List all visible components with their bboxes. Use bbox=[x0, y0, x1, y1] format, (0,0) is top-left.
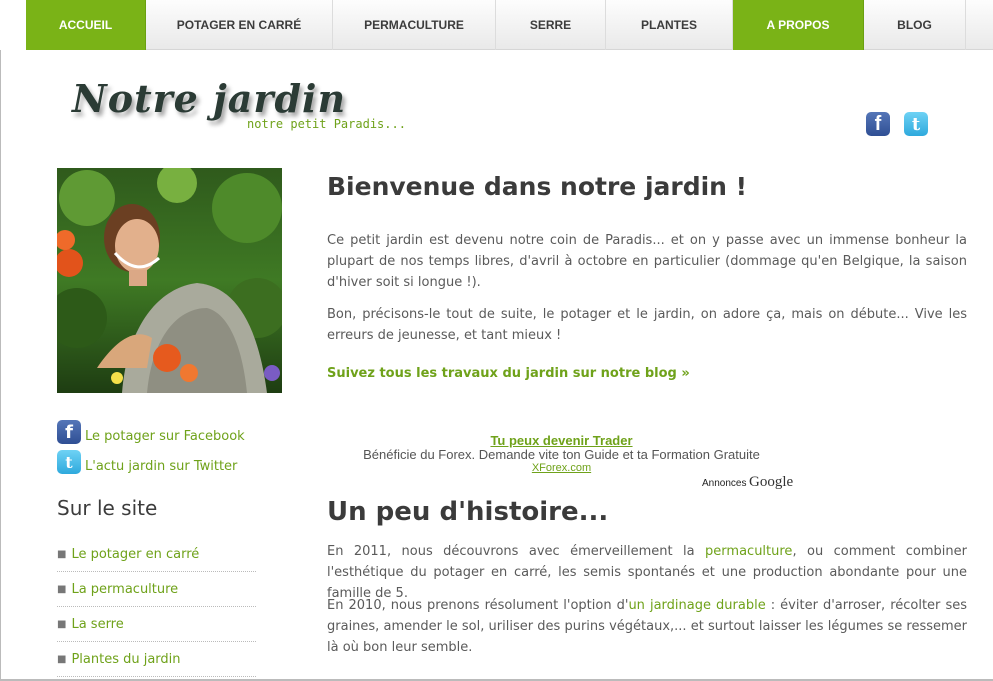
sidebar-title: Sur le site bbox=[57, 496, 158, 520]
ad-url-link[interactable]: XForex.com bbox=[0, 462, 993, 474]
nav-item-blog[interactable]: BLOG bbox=[864, 0, 966, 50]
ad-description: Bénéficie du Forex. Demande vite ton Gui… bbox=[363, 447, 760, 462]
ad-title-link[interactable]: Tu peux devenir Trader bbox=[0, 433, 993, 448]
history-p1-text: En 2011, nous découvrons avec émerveille… bbox=[327, 544, 706, 559]
bullet-icon: ■ bbox=[57, 548, 67, 560]
sidebar-nav: ■ Le potager en carré ■ La permaculture ■ L… bbox=[57, 537, 256, 677]
sidebar-item-label: La permaculture bbox=[71, 581, 179, 597]
site-logo[interactable]: Notre jardin bbox=[72, 76, 346, 121]
sidebar-item-potager[interactable]: ■ Le potager en carré bbox=[57, 537, 256, 572]
ad-annonces-label[interactable]: Annonces bbox=[702, 478, 746, 489]
main-nav: ACCUEIL POTAGER EN CARRÉ PERMACULTURE SE… bbox=[26, 0, 993, 50]
welcome-title: Bienvenue dans notre jardin ! bbox=[327, 172, 748, 201]
nav-item-potager-en-carre[interactable]: POTAGER EN CARRÉ bbox=[146, 0, 333, 50]
bullet-icon: ■ bbox=[57, 583, 67, 595]
ad-google-label[interactable]: Google bbox=[749, 474, 793, 491]
sidebar-item-permaculture[interactable]: ■ La permaculture bbox=[57, 572, 256, 607]
twitter-icon[interactable]: t bbox=[904, 112, 928, 136]
intro-paragraph-2: Bon, précisons-le tout de suite, le pota… bbox=[327, 307, 967, 343]
sidebar-item-label: Le potager en carré bbox=[71, 546, 200, 562]
nav-item-serre[interactable]: SERRE bbox=[496, 0, 606, 50]
sidebar-item-label: La serre bbox=[71, 616, 124, 632]
history-paragraph-2: En 2010, nous prenons résolument l'optio… bbox=[327, 595, 967, 658]
sidebar-item-plantes[interactable]: ■ Plantes du jardin bbox=[57, 642, 256, 677]
history-p2-text: En 2010, nous prenons résolument l'optio… bbox=[327, 598, 629, 613]
facebook-icon[interactable]: f bbox=[866, 112, 890, 136]
nav-item-accueil[interactable]: ACCUEIL bbox=[26, 0, 146, 50]
garden-photo-image bbox=[57, 168, 282, 393]
site-tagline: notre petit Paradis... bbox=[247, 117, 406, 131]
page-frame-left bbox=[0, 50, 1, 681]
sidebar-item-serre[interactable]: ■ La serre bbox=[57, 607, 256, 642]
history-title: Un peu d'histoire... bbox=[327, 497, 609, 527]
nav-item-a-propos[interactable]: A PROPOS bbox=[733, 0, 864, 50]
nav-item-plantes[interactable]: PLANTES bbox=[606, 0, 733, 50]
intro-paragraph-1: Ce petit jardin est devenu notre coin de… bbox=[327, 233, 967, 290]
sidebar-item-label: Plantes du jardin bbox=[71, 651, 181, 667]
jardinage-durable-link[interactable]: un jardinage durable bbox=[628, 598, 765, 613]
bullet-icon: ■ bbox=[57, 618, 67, 630]
bullet-icon: ■ bbox=[57, 653, 67, 665]
permaculture-link[interactable]: permaculture bbox=[705, 544, 792, 559]
nav-item-permaculture[interactable]: PERMACULTURE bbox=[333, 0, 496, 50]
garden-photo bbox=[57, 168, 282, 393]
blog-link[interactable]: Suivez tous les travaux du jardin sur no… bbox=[327, 366, 690, 381]
